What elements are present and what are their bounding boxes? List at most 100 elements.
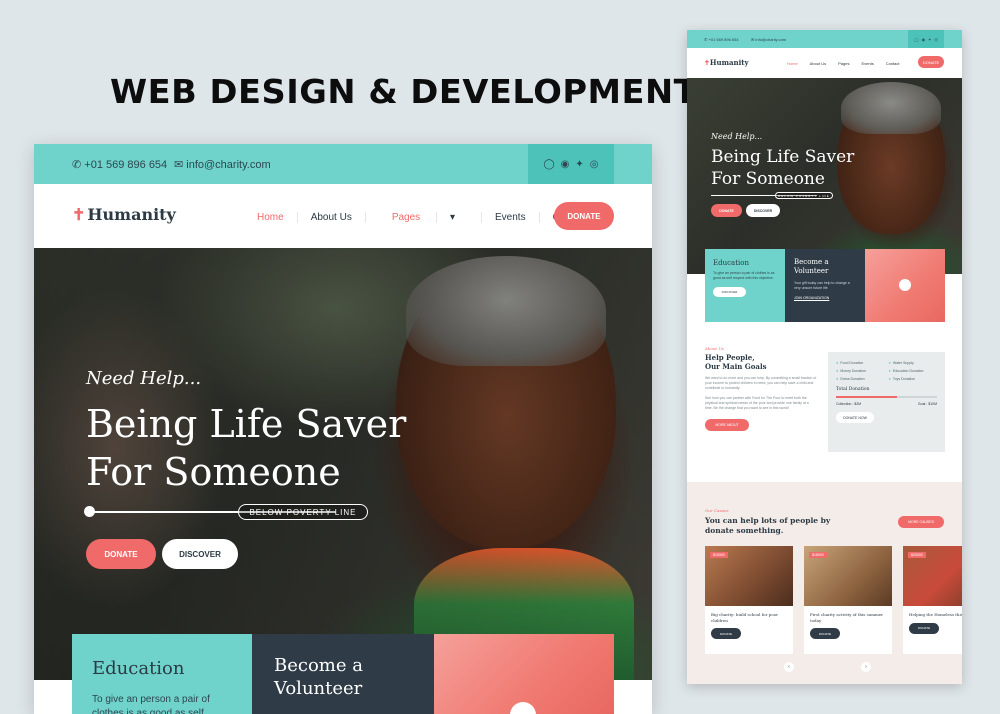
sm-hero-title-line1: Being Life Saver bbox=[711, 147, 855, 167]
video-card bbox=[434, 634, 614, 714]
sm-phone-text: +01 569 896 654 bbox=[708, 37, 739, 42]
join-organization-link[interactable]: JOIN ORGANIZATION bbox=[794, 296, 856, 300]
causes-title-line2: donate something. bbox=[705, 526, 784, 535]
nav-events[interactable]: Events bbox=[481, 212, 539, 223]
nav-pages-label: Pages bbox=[391, 212, 421, 223]
phone-contact[interactable]: ✆ +01 569 896 654 bbox=[72, 158, 167, 171]
nav-about-us[interactable]: About Us bbox=[296, 212, 365, 223]
sm-video-card bbox=[865, 249, 945, 322]
sm-site-logo[interactable]: ✝Humanity bbox=[704, 58, 749, 67]
hero-donate-button[interactable]: DONATE bbox=[86, 539, 156, 569]
cause-title: Helping the Homeless this Holidays bbox=[909, 612, 962, 617]
nav-home[interactable]: Home bbox=[244, 212, 297, 223]
logo-figure-icon: ✝ bbox=[72, 205, 86, 224]
about-text-1: We want to do more and you can help. By … bbox=[705, 376, 817, 390]
donation-progress-fill bbox=[836, 396, 897, 398]
education-text: To give an person a pair of clothes is a… bbox=[92, 694, 210, 714]
sm-nav-donate-button[interactable]: DONATE bbox=[918, 56, 944, 68]
donation-option[interactable]: Toys Donation bbox=[889, 376, 938, 381]
play-icon[interactable] bbox=[510, 702, 536, 714]
phone-text: +01 569 896 654 bbox=[84, 159, 168, 171]
sm-hero-title-line2: For Someone bbox=[711, 169, 825, 189]
hero-section: Need Help... Being Life Saver For Someon… bbox=[34, 248, 652, 680]
about-title: Help People, Our Main Goals bbox=[705, 353, 817, 371]
sm-hero-title: Being Life Saver For Someone bbox=[711, 146, 854, 190]
prev-arrow-icon[interactable]: ‹ bbox=[784, 662, 794, 672]
sm-phone-contact[interactable]: ✆ +01 569 896 654 bbox=[704, 37, 739, 42]
donate-now-button[interactable]: DONATE NOW bbox=[836, 412, 874, 423]
sm-volunteer-title: Become a Volunteer bbox=[794, 258, 856, 276]
cause-card[interactable]: $18000 First charity activity of this su… bbox=[804, 546, 892, 654]
sm-social-links: ◯ ◉ ✦ ◎ bbox=[908, 30, 944, 48]
twitter-icon[interactable]: ✦ bbox=[928, 37, 931, 42]
cause-donate-button[interactable]: DONATE bbox=[810, 628, 840, 639]
facebook-icon[interactable]: ◉ bbox=[922, 37, 926, 42]
cause-donate-button[interactable]: DONATE bbox=[711, 628, 741, 639]
about-section: About Us Help People, Our Main Goals We w… bbox=[705, 346, 817, 431]
sm-nav-home[interactable]: Home bbox=[781, 61, 804, 66]
sm-hero-donate-button[interactable]: DONATE bbox=[711, 204, 742, 217]
hero-title-line2: For Someone bbox=[86, 450, 341, 494]
sm-email-contact[interactable]: ✉ info@charity.com bbox=[751, 37, 786, 42]
play-icon[interactable] bbox=[899, 279, 911, 291]
instagram-icon[interactable]: ◯ bbox=[543, 159, 554, 170]
sm-hero-tagline: BELOW POVERTY LINE bbox=[775, 192, 833, 199]
cause-image: $15000 bbox=[705, 546, 793, 606]
site-logo[interactable]: ✝ Humanity bbox=[72, 205, 176, 224]
facebook-icon[interactable]: ◉ bbox=[561, 159, 570, 170]
sm-logo-text: Humanity bbox=[709, 58, 749, 67]
cause-image: $18000 bbox=[804, 546, 892, 606]
hero-discover-button[interactable]: DISCOVER bbox=[162, 539, 238, 569]
about-text-2: See how you can partner with Fund for Th… bbox=[705, 396, 809, 410]
causes-title-line1: You can help lots of people by bbox=[705, 516, 831, 525]
donation-option[interactable]: Food Donation bbox=[836, 360, 885, 365]
donation-option[interactable]: Water Supply bbox=[889, 360, 938, 365]
hero-divider-dot bbox=[84, 506, 95, 517]
causes-cards: $15000 Big charity: build school for poo… bbox=[705, 546, 962, 654]
volunteer-title-line2: Volunteer bbox=[274, 678, 363, 699]
pinterest-icon[interactable]: ◎ bbox=[934, 37, 938, 42]
sm-hero-kicker: Need Help... bbox=[711, 132, 763, 141]
full-page-mockup: ✆ +01 569 896 654 ✉ info@charity.com ◯ ◉… bbox=[687, 30, 962, 684]
cause-card[interactable]: $20000 Helping the Homeless this Holiday… bbox=[903, 546, 962, 654]
sm-hero-discover-button[interactable]: DISCOVER bbox=[746, 204, 780, 217]
hero-kicker: Need Help... bbox=[86, 368, 202, 389]
next-arrow-icon[interactable]: › bbox=[861, 662, 871, 672]
logo-text: Humanity bbox=[87, 205, 176, 224]
causes-section: Our Causes You can help lots of people b… bbox=[687, 482, 962, 684]
twitter-icon[interactable]: ✦ bbox=[575, 159, 583, 170]
nav-donate-button[interactable]: DONATE bbox=[554, 202, 614, 230]
cause-donate-button[interactable]: DONATE bbox=[909, 622, 939, 634]
instagram-icon[interactable]: ◯ bbox=[914, 37, 918, 42]
sm-education-text: To give an person a pair of clothes is a… bbox=[713, 271, 775, 280]
desktop-mockup: ✆ +01 569 896 654 ✉ info@charity.com ◯ ◉… bbox=[34, 144, 652, 714]
more-about-button[interactable]: MORE ABOUT bbox=[705, 419, 749, 431]
cause-amount-badge: $20000 bbox=[908, 552, 926, 558]
donation-option[interactable]: Dress Donation bbox=[836, 376, 885, 381]
causes-title: You can help lots of people by donate som… bbox=[705, 516, 845, 536]
more-causes-button[interactable]: MORE CAUSES bbox=[898, 516, 944, 528]
pinterest-icon[interactable]: ◎ bbox=[590, 159, 599, 170]
sm-nav-about-us[interactable]: About Us bbox=[804, 61, 832, 66]
sm-volunteer-title-line1: Become a bbox=[794, 258, 829, 266]
email-contact[interactable]: ✉ info@charity.com bbox=[174, 158, 271, 171]
donation-option[interactable]: Money Donation bbox=[836, 368, 885, 373]
donation-panel: Food Donation Water Supply Money Donatio… bbox=[828, 352, 945, 452]
nav-pages[interactable]: Pages ▾ bbox=[364, 212, 481, 223]
cause-card[interactable]: $15000 Big charity: build school for poo… bbox=[705, 546, 793, 654]
education-card: Education To give an person a pair of cl… bbox=[72, 634, 252, 714]
sm-nav-menu: Home About Us Pages Events Contact bbox=[781, 61, 906, 66]
sm-volunteer-text: Your gift today can help to change a ver… bbox=[794, 281, 850, 290]
donation-option[interactable]: Education Donation bbox=[889, 368, 938, 373]
cause-amount-badge: $18000 bbox=[809, 552, 827, 558]
cause-amount-badge: $15000 bbox=[710, 552, 728, 558]
sm-nav-contact[interactable]: Contact bbox=[880, 61, 906, 66]
sm-nav-pages[interactable]: Pages bbox=[832, 61, 855, 66]
nav-menu: Home About Us Pages ▾ Events Contact bbox=[244, 212, 600, 223]
sm-nav-events[interactable]: Events bbox=[855, 61, 879, 66]
about-title-line2: Our Main Goals bbox=[705, 362, 767, 371]
collection-amount: Collection : $2M bbox=[836, 402, 862, 406]
about-title-line1: Help People, bbox=[705, 353, 755, 362]
sm-volunteer-card: Become a Volunteer Your gift today can he… bbox=[785, 249, 865, 322]
sm-education-discover-button[interactable]: DISCOVER bbox=[713, 287, 746, 297]
